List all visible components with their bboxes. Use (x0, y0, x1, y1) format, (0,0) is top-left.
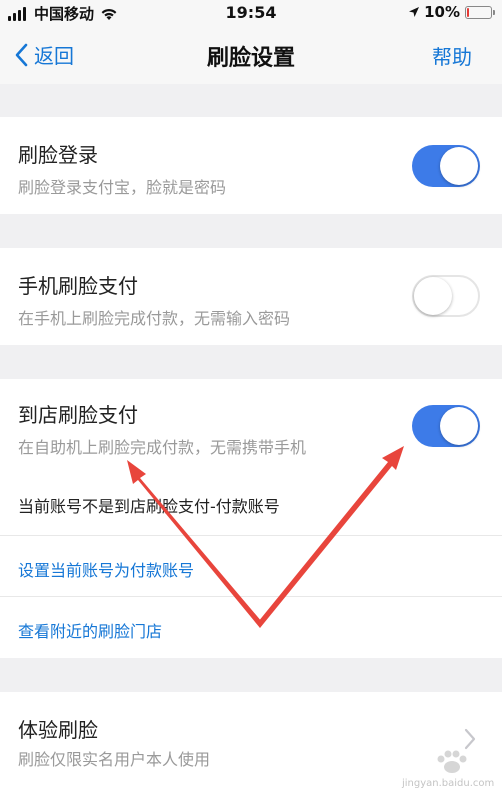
store-pay-row: 到店刷脸支付 在自助机上刷脸完成付款，无需携带手机 (0, 379, 502, 473)
store-pay-title: 到店刷脸支付 (18, 403, 138, 427)
phone-pay-title: 手机刷脸支付 (18, 274, 138, 298)
watermark-text: jingyan.baidu.com (402, 778, 495, 789)
phone-pay-toggle[interactable] (412, 275, 480, 317)
nearby-stores-row[interactable]: 查看附近的刷脸门店 (0, 596, 502, 657)
paw-logo-icon (437, 750, 467, 773)
battery-icon (465, 5, 495, 19)
try-face-desc: 刷脸仅限实名用户本人使用 (18, 750, 211, 769)
face-login-card: 刷脸登录 刷脸登录支付宝，脸就是密码 (0, 117, 502, 214)
phone-pay-desc: 在手机上刷脸完成付款，无需输入密码 (18, 309, 291, 328)
phone-pay-card: 手机刷脸支付 在手机上刷脸完成付款，无需输入密码 (0, 248, 502, 345)
set-account-row[interactable]: 设置当前账号为付款账号 (0, 535, 502, 596)
status-bar: 中国移动 19:54 10% (0, 0, 502, 26)
account-note-row: 当前账号不是到店刷脸支付-付款账号 (0, 473, 502, 535)
page-title: 刷脸设置 (206, 46, 295, 71)
nearby-stores-link[interactable]: 查看附近的刷脸门店 (18, 618, 162, 642)
help-button[interactable]: 帮助 (432, 41, 472, 70)
face-login-title: 刷脸登录 (18, 143, 98, 167)
navigation-bar: 返回 刷脸设置 帮助 (0, 26, 502, 84)
battery-level (467, 7, 469, 17)
store-pay-toggle[interactable] (412, 405, 480, 447)
set-account-link[interactable]: 设置当前账号为付款账号 (18, 557, 194, 581)
location-icon (409, 7, 420, 17)
face-login-desc: 刷脸登录支付宝，脸就是密码 (18, 178, 227, 197)
try-face-title: 体验刷脸 (18, 718, 98, 742)
face-login-toggle[interactable] (412, 145, 480, 187)
battery-percent: 10% (424, 3, 460, 21)
watermark: jingyan.baidu.com (402, 749, 495, 789)
store-pay-desc: 在自助机上刷脸完成付款，无需携带手机 (18, 438, 307, 457)
face-login-row: 刷脸登录 刷脸登录支付宝，脸就是密码 (0, 117, 502, 214)
account-note: 当前账号不是到店刷脸支付-付款账号 (18, 497, 280, 516)
phone-pay-row: 手机刷脸支付 在手机上刷脸完成付款，无需输入密码 (0, 248, 502, 345)
chevron-right-icon (464, 728, 476, 750)
store-pay-card: 到店刷脸支付 在自助机上刷脸完成付款，无需携带手机 当前账号不是到店刷脸支付-付… (0, 379, 502, 658)
